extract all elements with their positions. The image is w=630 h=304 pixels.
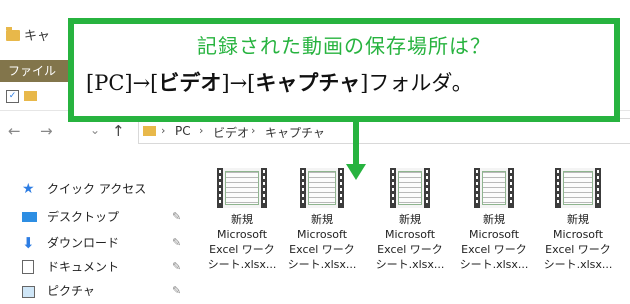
back-button[interactable]: ← [8, 122, 21, 140]
file-name-line: シート.xlsx... [287, 258, 357, 271]
file-name-line: Microsoft [296, 228, 348, 241]
callout-body: [PC]→[ビデオ]→[キャプチャ]フォルダ。 [86, 67, 473, 97]
recent-locations-button[interactable]: ⌄ [90, 123, 100, 137]
checkbox-icon[interactable]: ✓ [6, 90, 19, 103]
video-thumbnail-icon [390, 168, 430, 208]
file-name-line: Excel ワーク [209, 243, 275, 256]
breadcrumb-separator: › [161, 124, 166, 137]
pictures-icon [22, 286, 35, 298]
file-name-line: 新規 [311, 213, 333, 226]
sidebar-item-label: ピクチャ [47, 284, 95, 298]
video-thumbnail-icon [555, 168, 601, 208]
new-folder-icon[interactable] [24, 91, 37, 101]
download-icon: ⬇ [22, 234, 35, 252]
file-name-line: Microsoft [216, 228, 268, 241]
sidebar-item-label: ダウンロード [47, 236, 120, 250]
file-name-line: Excel ワーク [289, 243, 355, 256]
breadcrumb-video[interactable]: ビデオ [213, 124, 249, 141]
file-name-line: シート.xlsx... [543, 258, 613, 271]
file-name-line: シート.xlsx... [207, 258, 277, 271]
desktop-icon [22, 212, 37, 222]
callout-emphasis: ビデオ [158, 71, 222, 95]
window-title: キャ [24, 29, 51, 44]
callout-text: ]→[ [221, 71, 256, 95]
file-name-line: 新規 [231, 213, 253, 226]
file-item[interactable]: 新規 Microsoft Excel ワーク シート.xlsx... [540, 168, 616, 278]
file-name-line: Microsoft [384, 228, 436, 241]
sidebar-item-label: ドキュメント [47, 260, 120, 274]
file-name-line: Microsoft [468, 228, 520, 241]
star-icon: ★ [22, 181, 35, 197]
file-item[interactable]: 新規 Microsoft Excel ワーク シート.xlsx... [456, 168, 532, 278]
file-name-line: Excel ワーク [377, 243, 443, 256]
file-name-line: Excel ワーク [461, 243, 527, 256]
file-name-line: 新規 [567, 213, 589, 226]
folder-icon [6, 27, 20, 41]
callout-emphasis: キャプチャ [255, 71, 361, 95]
breadcrumb-separator: › [199, 124, 204, 137]
breadcrumb-separator: › [251, 124, 256, 137]
callout-arrow-head [346, 164, 366, 180]
pin-icon[interactable]: ✎ [172, 260, 181, 273]
callout-text: [PC]→[ [86, 71, 159, 95]
callout-arrow-shaft [353, 122, 359, 166]
callout-text: ]フォルダ。 [360, 71, 473, 95]
sidebar-item-label: クイック アクセス [47, 182, 147, 196]
up-button[interactable]: ↑ [112, 122, 125, 140]
pin-icon[interactable]: ✎ [172, 236, 181, 249]
video-thumbnail-icon [217, 168, 267, 208]
file-item[interactable]: 新規 Microsoft Excel ワーク シート.xlsx... [372, 168, 448, 278]
folder-icon [143, 126, 156, 136]
file-item[interactable]: 新規 Microsoft Excel ワーク シート.xlsx... [284, 168, 360, 278]
file-name-line: シート.xlsx... [375, 258, 445, 271]
annotation-callout: 記録された動画の保存場所は？ [PC]→[ビデオ]→[キャプチャ]フォルダ。 [68, 18, 620, 122]
file-name-line: 新規 [483, 213, 505, 226]
file-name-line: シート.xlsx... [459, 258, 529, 271]
video-thumbnail-icon [300, 168, 344, 208]
file-tab[interactable]: ファイル [0, 60, 68, 82]
sidebar-item-label: デスクトップ [47, 210, 120, 224]
document-icon [22, 260, 34, 274]
pin-icon[interactable]: ✎ [172, 284, 181, 297]
forward-button[interactable]: → [40, 122, 53, 140]
file-name-line: Microsoft [552, 228, 604, 241]
file-item[interactable]: 新規 Microsoft Excel ワーク シート.xlsx... [204, 168, 280, 278]
file-name-line: 新規 [399, 213, 421, 226]
callout-heading: 記録された動画の保存場所は？ [197, 34, 491, 58]
breadcrumb-pc[interactable]: PC [175, 124, 191, 138]
breadcrumb-capture[interactable]: キャプチャ [265, 124, 325, 141]
file-name-line: Excel ワーク [545, 243, 611, 256]
video-thumbnail-icon [474, 168, 514, 208]
pin-icon[interactable]: ✎ [172, 210, 181, 223]
